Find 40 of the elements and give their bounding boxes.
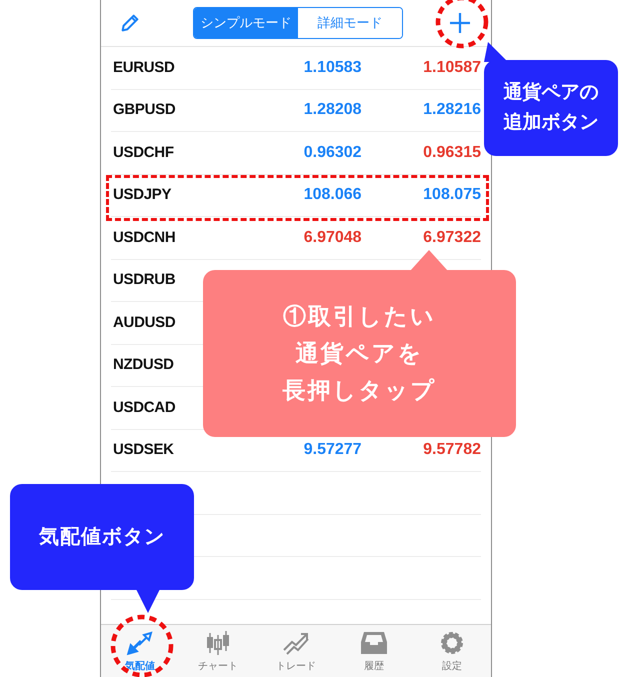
callout-text: 気配値ボタン [39,525,165,550]
inbox-tray-icon [360,630,388,656]
symbol-label[interactable]: AUDUSD [113,312,176,334]
symbol-label[interactable]: USDRUB [113,269,176,292]
symbol-label[interactable]: EURUSD [113,56,175,79]
ask-price: 1.28216 [423,100,481,120]
callout-text: 長押しタップ [282,376,436,405]
add-icon[interactable] [449,12,471,34]
callout-text: 追加ボタン [504,111,598,135]
symbol-label[interactable]: NZDUSD [113,354,174,376]
bid-price: 108.066 [304,185,362,206]
trend-lines-icon [282,630,310,656]
bid-price: 1.28208 [304,100,362,120]
symbol-label[interactable]: USDJPY [113,184,172,206]
ask-price: 9.57782 [423,440,481,460]
symbol-label[interactable]: GBPUSD [113,99,176,122]
bid-price: 0.96302 [304,142,362,163]
bid-price: 9.57277 [304,440,362,460]
bid-price: 6.97048 [304,228,362,248]
settings-icon [438,630,466,656]
double-arrow-icon [126,630,154,656]
symbol-label[interactable]: USDCHF [113,142,174,164]
ask-price: 108.075 [423,185,481,206]
edit-icon[interactable] [119,12,141,34]
ask-price: 6.97322 [423,228,481,248]
tab-bar-item[interactable]: チャート [179,625,257,677]
callout-text: ①取引したい [283,302,436,331]
mode-tab[interactable]: シンプルモード [194,8,298,38]
callout-text: 通貨ペアの [504,80,598,105]
callout-text: 通貨ペアを [296,339,424,368]
symbol-label[interactable]: USDCAD [113,396,176,419]
bid-price: 1.10583 [304,58,362,78]
tab-bar-item[interactable]: トレード [257,625,335,677]
symbol-label[interactable]: USDSEK [113,439,174,462]
ask-price: 0.96315 [423,142,481,163]
tab-bar-item[interactable]: 設定 [413,625,491,677]
ask-price: 1.10587 [423,58,481,78]
tab-bar-item[interactable]: 履歴 [335,625,413,677]
candlestick-icon [204,630,232,656]
symbol-label[interactable]: USDCNH [113,226,176,249]
